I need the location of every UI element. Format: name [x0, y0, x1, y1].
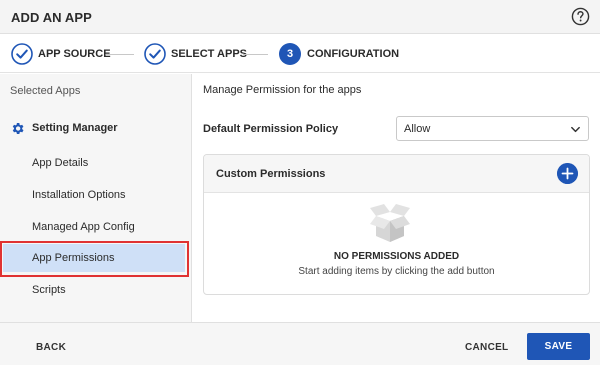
step-app-source[interactable]: APP SOURCE	[38, 48, 111, 60]
sidebar-item-label: App Details	[32, 157, 89, 169]
gear-icon	[12, 123, 24, 134]
sidebar-item-installation-options[interactable]: Installation Options	[3, 181, 185, 209]
sidebar-group-label: Setting Manager	[32, 122, 118, 134]
plus-icon[interactable]	[557, 163, 578, 184]
open-box-icon	[370, 204, 410, 242]
panel-title: Custom Permissions	[216, 168, 326, 180]
main-content: Manage Permission for the apps Default P…	[193, 74, 600, 322]
back-button[interactable]: BACK	[36, 342, 66, 353]
question-circle-icon[interactable]	[571, 7, 590, 26]
policy-select[interactable]: Allow	[396, 116, 589, 141]
empty-state-title: NO PERMISSIONS ADDED	[333, 251, 460, 262]
step-connector	[106, 54, 134, 55]
custom-permissions-panel: Custom Permissions NO PERMISSIONS ADDED …	[203, 154, 590, 295]
step-connector	[243, 54, 268, 55]
sidebar-heading: Selected Apps	[10, 85, 81, 97]
policy-select-value: Allow	[404, 123, 431, 135]
save-button[interactable]: SAVE	[527, 333, 590, 360]
check-circle-icon	[144, 43, 166, 65]
policy-label: Default Permission Policy	[203, 123, 339, 135]
step-configuration[interactable]: CONFIGURATION	[307, 48, 399, 60]
wizard-stepper: APP SOURCE SELECT APPS 3 CONFIGURATION	[0, 35, 600, 73]
sidebar-item-app-details[interactable]: App Details	[3, 149, 185, 177]
chevron-down-icon	[571, 126, 580, 133]
sidebar-item-label: Scripts	[32, 284, 66, 296]
dialog-title: ADD AN APP	[11, 10, 92, 25]
page-description: Manage Permission for the apps	[203, 84, 362, 96]
empty-state-subtitle: Start adding items by clicking the add b…	[298, 266, 495, 277]
sidebar: Selected Apps Setting Manager App Detail…	[0, 74, 192, 322]
dialog-header: ADD AN APP	[0, 0, 600, 34]
sidebar-item-label: Managed App Config	[32, 221, 135, 233]
cancel-button[interactable]: CANCEL	[465, 342, 508, 353]
check-circle-icon	[11, 43, 33, 65]
sidebar-item-label: Installation Options	[32, 189, 126, 201]
dialog-footer: BACK CANCEL SAVE	[0, 322, 600, 365]
panel-header: Custom Permissions	[204, 155, 589, 193]
selection-highlight-box	[0, 241, 189, 277]
step-select-apps[interactable]: SELECT APPS	[171, 48, 247, 60]
sidebar-item-scripts[interactable]: Scripts	[3, 276, 185, 304]
step-number-badge: 3	[279, 43, 301, 65]
sidebar-item-managed-app-config[interactable]: Managed App Config	[3, 213, 185, 241]
